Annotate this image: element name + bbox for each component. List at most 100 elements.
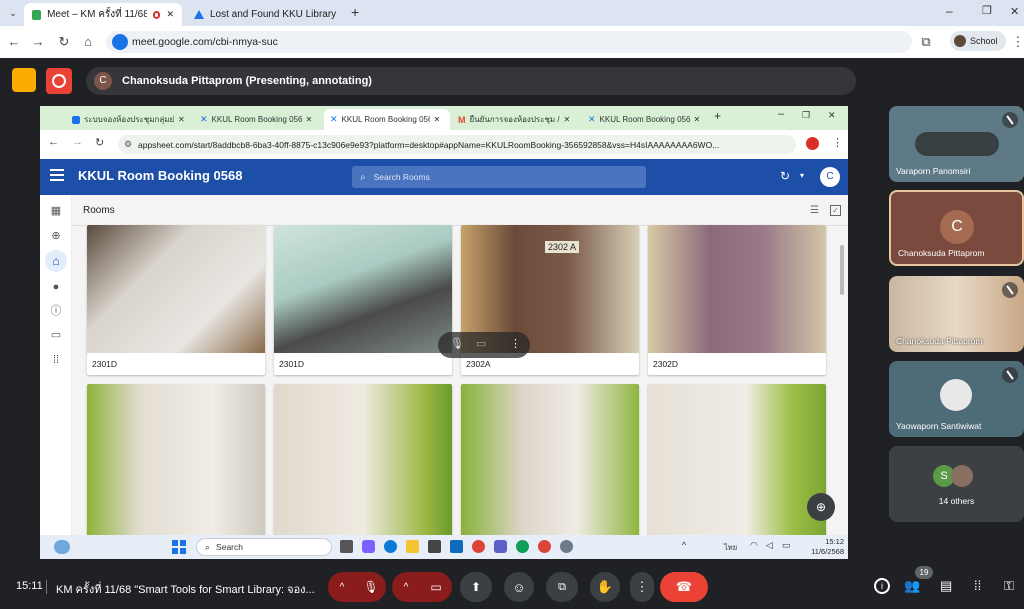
inner-extension-icon[interactable] <box>806 137 819 150</box>
tray-chevron-icon[interactable]: ^ <box>682 540 686 550</box>
room-card[interactable] <box>461 384 639 535</box>
mic-options-button[interactable]: ^ <box>328 572 356 602</box>
minimize-button[interactable]: – <box>946 4 953 18</box>
profile-chip[interactable]: School <box>950 31 1006 51</box>
present-button[interactable]: ⬆ <box>460 572 492 602</box>
more-options-icon[interactable]: ⋮ <box>510 337 521 350</box>
store-icon[interactable] <box>428 540 441 553</box>
info-icon[interactable]: i <box>874 578 890 594</box>
room-card[interactable] <box>648 384 826 535</box>
user-avatar[interactable]: C <box>820 167 840 187</box>
inner-address-bar[interactable]: ⚙ appsheet.com/start/8addbcb8-6ba3-40ff-… <box>118 135 796 154</box>
search-rooms-box[interactable]: ⌕ Search Rooms <box>352 166 646 188</box>
leave-call-button[interactable]: ☎ <box>660 572 708 602</box>
task-view-icon[interactable] <box>340 540 353 553</box>
others-tile[interactable]: S 14 others <box>889 446 1024 522</box>
inner-minimize-icon[interactable]: – <box>778 108 784 120</box>
tray-battery-icon[interactable]: ▭ <box>782 540 791 551</box>
filter-icon[interactable]: ☰ <box>810 205 819 216</box>
info-icon[interactable]: ⓘ <box>48 303 64 319</box>
captions-button[interactable]: ⧉ <box>546 572 578 602</box>
chrome-icon[interactable] <box>472 540 485 553</box>
clock[interactable]: 15:12 11/6/2568 <box>796 537 844 557</box>
room-card[interactable] <box>87 384 265 535</box>
room-card[interactable]: 2301D <box>87 225 265 375</box>
more-options-button[interactable]: ⋮ <box>630 572 654 602</box>
mic-muted-icon[interactable]: 🎙 <box>450 337 464 350</box>
scrollbar[interactable] <box>840 235 846 535</box>
inner-tab-1[interactable]: ระบบจองห้องประชุมกลุ่มย่อย ✕ <box>66 109 194 130</box>
start-icon[interactable] <box>172 540 186 554</box>
inner-tab-2[interactable]: ✕ KKUL Room Booking 0568 ✕ <box>194 109 322 130</box>
close-tab-icon[interactable]: ✕ <box>306 115 313 124</box>
close-tab-icon[interactable]: ✕ <box>166 9 174 20</box>
close-tab-icon[interactable]: ✕ <box>178 115 185 124</box>
file-explorer-icon[interactable] <box>406 540 419 553</box>
camera-toggle-button[interactable]: ▭ <box>420 572 452 602</box>
participant-tile[interactable]: Varaporn Panomsiri <box>889 106 1024 182</box>
edge-icon[interactable] <box>384 540 397 553</box>
site-settings-icon[interactable]: ⚙ <box>124 139 132 150</box>
raise-hand-button[interactable]: ✋ <box>590 572 620 602</box>
taskbar-search[interactable]: ⌕ Search <box>196 538 332 556</box>
home-nav-icon[interactable]: ⌂ <box>45 250 67 272</box>
close-window-button[interactable]: ✕ <box>1010 5 1019 18</box>
inner-back-icon[interactable]: ← <box>48 136 59 148</box>
zoom-in-icon[interactable]: ⊕ <box>807 493 835 521</box>
room-card[interactable]: 2301D <box>274 225 452 375</box>
inner-menu-icon[interactable]: ⋮ <box>832 136 843 149</box>
camera-options-button[interactable]: ^ <box>392 572 420 602</box>
reactions-button[interactable]: ☺ <box>504 572 534 602</box>
record-icon[interactable] <box>46 68 72 94</box>
inner-tab-4[interactable]: M ยืนยันการจองห้องประชุม / C ✕ <box>452 109 580 130</box>
activities-grid-icon[interactable]: ⁞⁞ <box>974 578 981 593</box>
extensions-icon[interactable]: ⧉ <box>918 34 934 50</box>
add-circle-icon[interactable]: ⊕ <box>48 228 64 244</box>
close-tab-icon[interactable]: ✕ <box>434 115 441 124</box>
feedback-icon[interactable]: ▭ <box>48 327 64 343</box>
inner-tab-5[interactable]: ✕ KKUL Room Booking 0568 ✕ <box>582 109 710 130</box>
tray-lang[interactable]: ไทย <box>724 542 737 554</box>
room-card[interactable] <box>274 384 452 535</box>
tab-meet[interactable]: Meet – KM ครั้งที่ 11/68 "Sm ✕ <box>24 3 182 26</box>
weather-icon[interactable] <box>54 540 70 554</box>
inner-forward-icon[interactable]: → <box>72 136 83 148</box>
home-icon[interactable]: ⌂ <box>80 34 96 50</box>
inner-reload-icon[interactable]: ↻ <box>95 136 104 149</box>
reload-icon[interactable]: ↻ <box>56 34 72 50</box>
chrome-profile-icon[interactable] <box>516 540 529 553</box>
chrome-profile-2-icon[interactable] <box>538 540 551 553</box>
participant-tile[interactable]: Chanoksuda Pittaprom <box>889 276 1024 352</box>
tab-search-chevron-icon[interactable]: ⌄ <box>6 6 20 20</box>
host-controls-icon[interactable]: ⚿ <box>1004 578 1014 594</box>
mic-toggle-button[interactable]: 🎙 <box>356 572 386 602</box>
room-card[interactable]: 2302D <box>648 225 826 375</box>
sync-icon[interactable]: ↻ <box>780 169 790 183</box>
apps-grid-icon[interactable]: ⁞⁞ <box>48 352 64 368</box>
settings-icon[interactable] <box>560 540 573 553</box>
close-tab-icon[interactable]: ✕ <box>694 115 701 124</box>
new-tab-button[interactable]: + <box>351 4 359 20</box>
chat-icon[interactable]: ▤ <box>940 578 952 594</box>
activities-icon[interactable] <box>12 68 36 92</box>
chat-icon[interactable]: ● <box>48 279 64 295</box>
site-info-icon[interactable] <box>112 34 128 50</box>
close-tab-icon[interactable]: ✕ <box>564 115 571 124</box>
dropdown-caret-icon[interactable]: ▾ <box>800 171 804 180</box>
participant-tile[interactable]: Yaowaporn Santiwiwat <box>889 361 1024 437</box>
people-icon[interactable]: 👥 <box>904 578 920 594</box>
calendar-icon[interactable]: ▦ <box>48 203 64 219</box>
forward-icon[interactable]: → <box>30 34 46 50</box>
inner-new-tab-icon[interactable]: + <box>714 109 721 123</box>
participant-tile[interactable]: C Chanoksuda Pittaprom <box>889 190 1024 266</box>
tray-wifi-icon[interactable]: ◠ <box>750 540 758 551</box>
outlook-icon[interactable] <box>450 540 463 553</box>
select-checkbox-icon[interactable]: ✓ <box>830 205 841 216</box>
inner-maximize-icon[interactable]: ❐ <box>802 110 810 121</box>
tab-lost-and-found[interactable]: Lost and Found KKU Library ✕ <box>186 3 346 26</box>
inner-close-icon[interactable]: ✕ <box>828 110 836 121</box>
video-off-icon[interactable]: ▭ <box>476 337 486 350</box>
back-icon[interactable]: ← <box>6 34 22 50</box>
tray-volume-icon[interactable]: ◁ <box>766 540 773 551</box>
inner-tab-3[interactable]: ✕ KKUL Room Booking 0568 ✕ <box>324 109 450 130</box>
